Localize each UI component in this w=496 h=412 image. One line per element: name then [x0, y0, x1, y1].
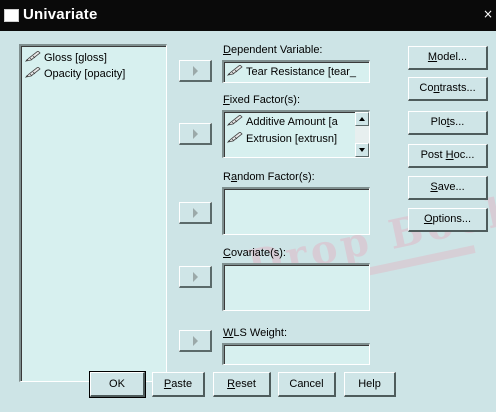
plots-button[interactable]: Plots... — [408, 111, 488, 135]
window-title: Univariate — [23, 6, 98, 23]
contrasts-button[interactable]: Contrasts... — [408, 77, 488, 101]
triangle-down-icon — [359, 148, 365, 152]
fixed-factors-scrollbar[interactable] — [355, 112, 369, 157]
random-factors-label: Random Factor(s): — [223, 171, 315, 183]
wls-weight-label: WLS Weight: — [223, 327, 287, 339]
move-to-dependent-button[interactable] — [179, 60, 212, 82]
list-item-label: Opacity [opacity] — [44, 68, 126, 80]
model-button[interactable]: Model... — [408, 46, 488, 70]
window-icon — [4, 9, 19, 22]
arrow-right-icon — [193, 129, 198, 139]
scroll-up-button[interactable] — [355, 112, 369, 126]
arrow-right-icon — [193, 336, 198, 346]
covariates-label: Covariate(s): — [223, 247, 286, 259]
fixed-factors-list[interactable]: Additive Amount [a Extrusion [extrusn] — [222, 110, 370, 158]
help-button[interactable]: Help — [344, 372, 396, 397]
list-item-label: Additive Amount [a — [246, 116, 338, 128]
close-icon[interactable]: × — [482, 7, 494, 22]
move-to-wls-button[interactable] — [179, 330, 212, 352]
list-item[interactable]: Gloss [gloss] — [25, 51, 107, 67]
list-item-label: Extrusion [extrusn] — [246, 133, 338, 145]
covariates-list[interactable] — [222, 263, 370, 311]
save-button[interactable]: Save... — [408, 176, 488, 200]
paste-button[interactable]: Paste — [152, 372, 205, 397]
cancel-button[interactable]: Cancel — [278, 372, 336, 397]
ruler-pencil-icon — [25, 51, 41, 62]
source-variable-list[interactable]: Gloss [gloss] Opacity [opacity] — [19, 44, 167, 382]
wls-weight-field[interactable] — [222, 343, 370, 365]
dependent-variable-value: Tear Resistance [tear_ — [246, 66, 357, 78]
ruler-pencil-icon — [227, 115, 243, 126]
move-to-random-button[interactable] — [179, 202, 212, 224]
reset-button[interactable]: Reset — [213, 372, 271, 397]
options-button[interactable]: Options... — [408, 208, 488, 232]
list-item-label: Gloss [gloss] — [44, 52, 107, 64]
scroll-down-button[interactable] — [355, 143, 369, 157]
list-item[interactable]: Additive Amount [a — [227, 115, 355, 128]
dialog-bottom-edge — [0, 402, 496, 412]
title-bar: Univariate × — [0, 0, 496, 31]
arrow-right-icon — [193, 66, 198, 76]
fixed-factors-label: Fixed Factor(s): — [223, 94, 301, 106]
ruler-pencil-icon — [227, 132, 243, 143]
move-to-covariate-button[interactable] — [179, 266, 212, 288]
arrow-right-icon — [193, 208, 198, 218]
triangle-up-icon — [359, 117, 365, 121]
list-item[interactable]: Extrusion [extrusn] — [227, 132, 355, 145]
move-to-fixed-button[interactable] — [179, 123, 212, 145]
dependent-variable-field[interactable]: Tear Resistance [tear_ — [222, 60, 370, 83]
post-hoc-button[interactable]: Post Hoc... — [408, 144, 488, 168]
univariate-dialog: Drop Book Gloss [gloss] Opacity [opacity… — [0, 31, 496, 412]
dependent-variable-label: Dependent Variable: — [223, 44, 323, 56]
ok-button[interactable]: OK — [89, 371, 146, 398]
ruler-pencil-icon — [227, 65, 243, 76]
ruler-pencil-icon — [25, 67, 41, 78]
list-item[interactable]: Opacity [opacity] — [25, 67, 125, 83]
field-item: Tear Resistance [tear_ — [227, 65, 370, 78]
arrow-right-icon — [193, 272, 198, 282]
random-factors-list[interactable] — [222, 187, 370, 235]
